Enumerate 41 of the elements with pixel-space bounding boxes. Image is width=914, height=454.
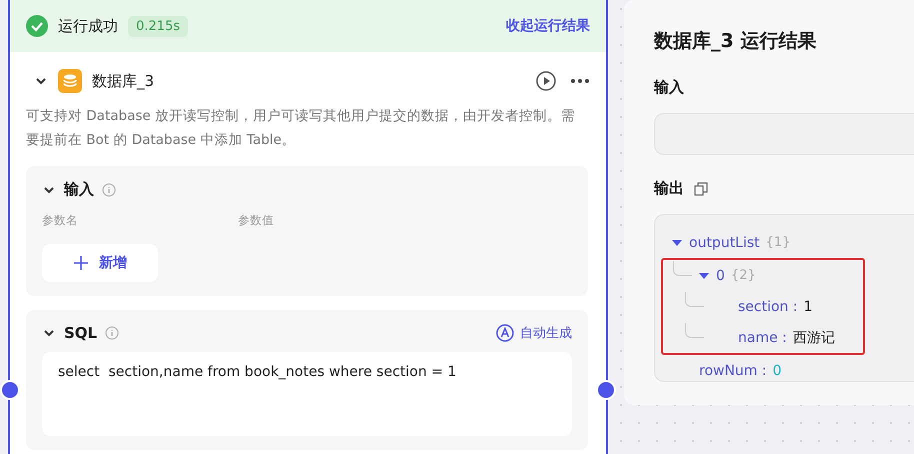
tree-connector — [685, 323, 704, 338]
tree-connector — [673, 261, 692, 276]
info-icon — [105, 326, 120, 340]
tree-key: section : — [738, 298, 798, 314]
sql-editor[interactable]: select section,name from book_notes where section = 1 — [42, 352, 572, 436]
triangle-icon[interactable] — [698, 270, 710, 280]
column-header: 参数值 — [238, 213, 275, 228]
info-icon — [102, 182, 116, 196]
database-icon — [58, 69, 82, 93]
node-title: 数据库_3 — [92, 72, 154, 90]
section-title: SQL — [64, 324, 98, 342]
tree-key: rowNum : — [699, 362, 767, 378]
output-label: 输出 — [654, 179, 684, 198]
item-count: {2} — [730, 268, 756, 283]
add-button[interactable]: 新增 — [42, 244, 158, 282]
connection-port[interactable] — [596, 380, 616, 400]
tree-value: 1 — [804, 298, 813, 314]
auto-generate-link[interactable]: 自动生成 — [496, 324, 572, 342]
duration-badge: 0.215s — [128, 16, 188, 36]
tree-value: 西游记 — [792, 328, 835, 346]
connection-port[interactable] — [0, 380, 20, 400]
tree-value: 0 — [772, 362, 782, 378]
tree-connector — [685, 292, 704, 307]
column-header: 参数名 — [42, 213, 79, 228]
letter-circle-icon — [496, 324, 514, 342]
section-title: 输入 — [64, 180, 94, 199]
check-icon — [26, 15, 48, 37]
plus-icon — [73, 255, 89, 271]
node-description: 可支持对 Database 放开读写控制，用户可读写其他用户提交的数据，由开发者控制。需要提前在 Bot 的 Database 中添加 Table。 — [25, 107, 576, 150]
play-icon[interactable] — [536, 71, 556, 91]
input-label: 输入 — [654, 78, 684, 97]
status-label: 运行成功 — [58, 16, 118, 36]
more-icon[interactable] — [570, 78, 590, 84]
tree-key: outputList — [689, 234, 760, 250]
tree-key: 0 — [716, 268, 725, 284]
panel-title: 数据库_3 运行结果 — [654, 29, 818, 54]
copy-icon[interactable] — [694, 182, 708, 196]
triangle-icon[interactable] — [671, 238, 683, 248]
tree-key: name : — [738, 330, 787, 346]
collapse-link[interactable]: 收起运行结果 — [506, 17, 590, 35]
item-count: {1} — [766, 235, 790, 250]
